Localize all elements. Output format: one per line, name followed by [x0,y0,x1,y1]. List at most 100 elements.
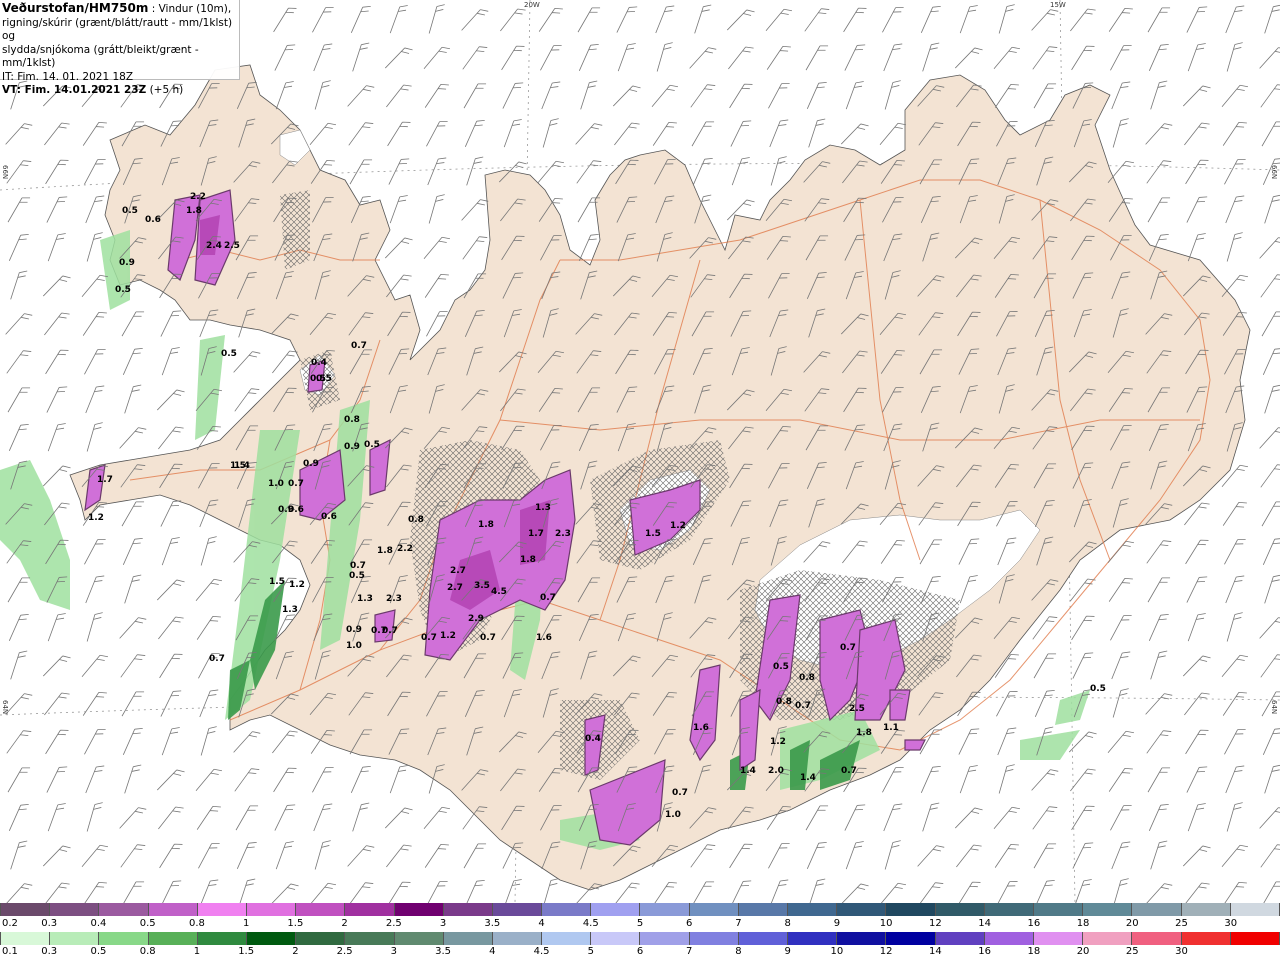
rain-scale-label: 18 [1027,946,1041,957]
snow-scale-swatch [394,903,444,916]
rain-scale-swatch [542,932,592,945]
rain-scale-swatch [99,932,149,945]
snow-scale-label: 7 [735,918,742,929]
precip-value: 0.8 [799,673,815,683]
snow-scale-label: 2 [341,918,348,929]
precip-value: 0.8 [776,697,792,707]
rain-scale-swatch [1132,932,1182,945]
precip-value: 1.6 [536,633,552,643]
snow-scale-swatch [443,903,493,916]
snow-scale-label: 1 [242,918,250,929]
precip-value: 1.6 [693,723,709,733]
precip-value: 0.6 [321,512,337,522]
map-subtitle-line3: slydda/snjókoma (grátt/bleikt/grænt - mm… [2,43,199,70]
snow-scale-swatch [886,903,936,916]
rain-color-scale [0,932,1280,945]
precip-value: 2.4 [206,241,222,251]
rain-scale-label: 7 [686,946,693,957]
precip-value: 2.0 [768,766,784,776]
snow-scale-swatch [197,903,247,916]
precip-value: 2.2 [190,192,206,202]
precip-value: 0.7 [371,626,387,636]
rain-scale-label: 14 [929,946,942,957]
precip-value: 0.7 [209,654,225,664]
snow-scale-label: 5 [636,918,644,929]
rain-scale-swatch [50,932,100,945]
rain-scale-swatch [689,932,739,945]
snow-scale-swatch [640,903,690,916]
rain-scale-label: 25 [1125,946,1139,957]
rain-scale-label: 2.5 [336,946,353,957]
valid-time-offset: (+5 h) [146,84,184,96]
rain-scale-swatch [886,932,936,945]
precip-value: 1.0 [268,479,284,489]
lat-label-64n-left: 64N [1,700,9,715]
rain-scale-swatch [443,932,493,945]
precip-value: 1.4 [800,773,816,783]
precip-value: 1.2 [670,521,686,531]
rain-scale-label: 12 [879,946,893,957]
precip-value: 0.4 [585,734,601,744]
rain-scale-swatch [788,932,838,945]
snow-scale-labels: 0.2 0.3 0.4 0.5 0.8 1 1.5 2 2.5 3 3.5 4 4.5 5 6 7 8 9 10 12… [0,918,1280,930]
rain-scale-swatch [197,932,247,945]
rain-scale-swatch [345,932,395,945]
precip-value: 1.2 [770,737,786,747]
map-header: Veðurstofan/HM750m : Vindur (10m), rigni… [0,0,240,96]
snow-scale-label: 4 [538,918,545,929]
precip-value: 0.5 [1090,684,1106,694]
precip-value: 1.5 [269,577,285,587]
map-title: Veðurstofan/HM750m [2,1,149,15]
rain-scale-label: 0.1 [2,946,18,957]
precip-value: 1.3 [357,594,373,604]
snow-scale-swatch [492,903,543,916]
precip-value: 1.0 [346,641,362,651]
snow-scale-swatch [148,903,198,916]
rain-scale-label: 0.5 [90,946,107,957]
lon-label-20w: 20W [524,1,540,9]
snow-scale-swatch [984,903,1034,916]
precip-value: 2.2 [397,544,413,554]
precip-value: 0.9 [119,258,135,268]
precip-value: 1.8 [186,206,202,216]
rain-scale-label: 4.5 [533,946,550,957]
lat-label-66n-right: 66N [1270,165,1278,180]
precip-value: 0.8 [344,415,360,425]
precip-value: 1.7 [97,475,113,485]
precip-value: 0.9 [344,442,360,452]
precip-value: 1.8 [377,546,393,556]
rain-scale-label: 16 [978,946,991,957]
precip-value: 1.4 [740,766,756,776]
snow-scale-swatch [1083,903,1133,916]
rain-scale-swatch [492,932,543,945]
precip-value: 4.5 [491,587,507,597]
rain-scale-label: 10 [830,946,844,957]
precip-value: 1.8 [856,728,872,738]
precip-value: 0.9 [303,459,319,469]
snow-scale-label: 0.2 [2,918,18,929]
snow-scale-label: 16 [1027,918,1041,929]
snow-scale-label: 2.5 [385,918,402,929]
rain-scale-label: 3.5 [435,946,452,957]
precip-value: 1.3 [535,503,551,513]
rain-scale-swatch [1083,932,1133,945]
rain-scale-label: 0.3 [41,946,58,957]
precip-value: 0.7 [672,788,688,798]
precip-value: 2.7 [447,583,463,593]
precip-value: 2.5 [849,704,865,714]
snow-scale-label: 14 [978,918,991,929]
rain-scale-label: 2 [292,946,299,957]
valid-time: VT: Fim. 14.01.2021 23Z [2,84,147,96]
precip-value: 1.4 [234,461,250,471]
snow-scale-label: 10 [879,918,893,929]
precip-value: 3.5 [474,581,490,591]
rain-scale-swatch [1230,932,1280,945]
snow-scale-label: 1.5 [287,918,304,929]
snow-scale-swatch [1132,903,1182,916]
snow-scale-swatch [296,903,346,916]
rain-scale-label: 1.5 [238,946,255,957]
snow-scale-label: 9 [833,918,841,929]
precip-value: 1.8 [478,520,494,530]
rain-scale-swatch [1181,932,1231,945]
precip-value: 0.7 [350,561,366,571]
